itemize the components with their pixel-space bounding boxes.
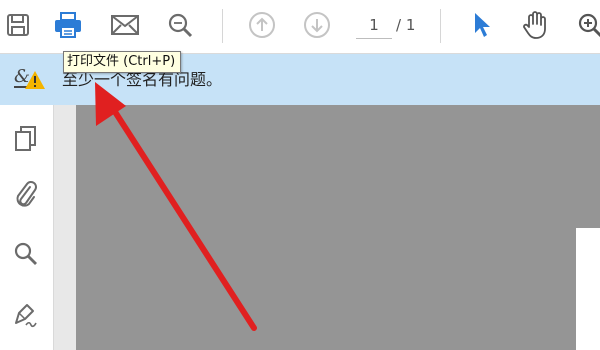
signature-warning-icon: &: [12, 65, 46, 97]
email-icon: [110, 14, 140, 36]
page-total-label: / 1: [396, 16, 416, 34]
print-tooltip: 打印文件 (Ctrl+P): [63, 51, 182, 73]
top-toolbar: 1 / 1: [0, 0, 600, 54]
save-button[interactable]: [0, 8, 36, 42]
next-page-button[interactable]: [299, 8, 335, 42]
print-icon: [53, 11, 83, 39]
document-viewport[interactable]: [76, 105, 600, 350]
email-button[interactable]: [107, 8, 143, 42]
toolbar-separator: [440, 9, 441, 43]
svg-text:&: &: [14, 66, 30, 87]
hand-tool-button[interactable]: [518, 8, 554, 42]
select-tool-button[interactable]: [464, 8, 500, 42]
sign-icon: [11, 299, 41, 333]
previous-page-button[interactable]: [244, 8, 280, 42]
pages-icon: [13, 125, 39, 157]
zoom-search-icon: [166, 11, 194, 39]
document-page: [576, 228, 600, 350]
attachments-panel-button[interactable]: [8, 178, 44, 214]
zoom-in-button[interactable]: [572, 8, 600, 42]
left-navigation-rail: [0, 105, 54, 350]
attachment-icon: [14, 179, 38, 213]
search-icon: [13, 241, 39, 271]
previous-page-icon: [248, 11, 276, 39]
print-button[interactable]: [50, 8, 86, 42]
sign-panel-button[interactable]: [8, 298, 44, 334]
zoom-in-icon: [576, 11, 600, 39]
pages-panel-button[interactable]: [8, 123, 44, 159]
zoom-search-button[interactable]: [162, 8, 198, 42]
panel-gutter: [54, 105, 76, 350]
next-page-icon: [303, 11, 331, 39]
select-pointer-icon: [471, 11, 493, 39]
search-panel-button[interactable]: [8, 238, 44, 274]
toolbar-separator: [222, 9, 223, 43]
save-icon: [5, 12, 31, 38]
page-number-input[interactable]: 1: [356, 12, 392, 39]
hand-tool-icon: [522, 10, 550, 40]
